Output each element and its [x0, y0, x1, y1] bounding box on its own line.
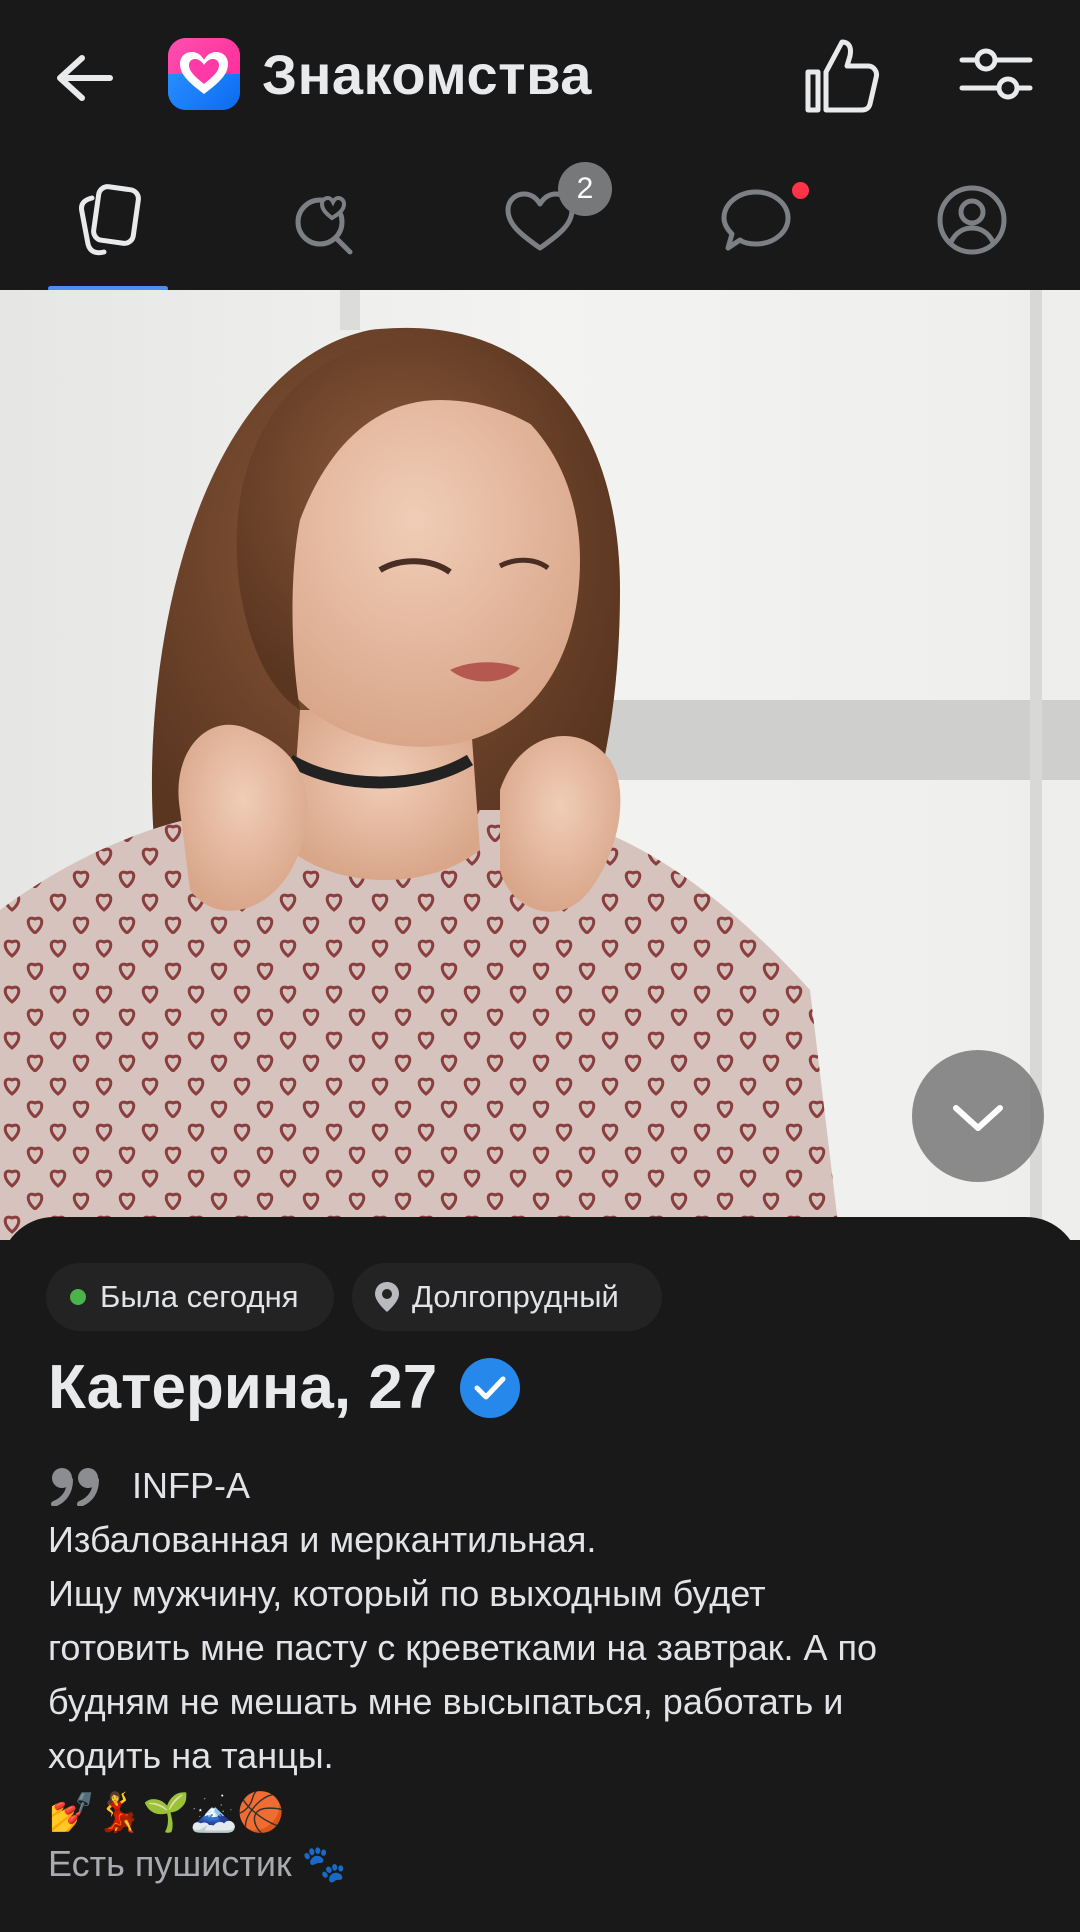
arrow-left-icon	[57, 55, 113, 101]
heart-search-icon	[295, 195, 353, 255]
city-chip: Долгопрудный	[352, 1263, 662, 1331]
heart-logo-icon	[180, 52, 228, 94]
expand-profile-button[interactable]	[912, 1050, 1044, 1182]
verified-badge	[460, 1358, 520, 1418]
tab-cards[interactable]	[0, 150, 216, 290]
tab-messages[interactable]	[648, 150, 864, 290]
online-indicator-icon	[70, 1289, 86, 1305]
city-text: Долгопрудный	[412, 1279, 619, 1314]
pet-text: Есть пушистик 🐾	[48, 1843, 347, 1884]
app-title: Знакомства	[262, 43, 592, 106]
quote-icon	[51, 1468, 99, 1506]
app-header: Знакомства	[0, 0, 1080, 150]
thumb-up-icon	[805, 39, 879, 113]
filter-button[interactable]	[956, 40, 1036, 112]
dating-app-screen: Знакомства 2 Была сегодня Долгопрудный К…	[0, 0, 1080, 1932]
messages-unread-dot	[792, 182, 809, 199]
tab-profile[interactable]	[864, 150, 1080, 290]
online-status-chip: Была сегодня	[46, 1263, 334, 1331]
back-button[interactable]	[48, 42, 120, 114]
bio-line: Ищу мужчину, который по выходным будет	[48, 1573, 766, 1614]
tab-likes[interactable]	[432, 150, 648, 290]
interests-emoji-row: 💅💃🌱🗻🏀	[48, 1792, 285, 1834]
bio-line: Избалованная и меркантильная.	[48, 1519, 597, 1560]
chat-icon	[721, 189, 791, 251]
like-button[interactable]	[800, 34, 884, 118]
bio-line: ходить на танцы.	[48, 1735, 334, 1776]
checkmark-icon	[474, 1376, 506, 1400]
chevron-down-icon	[953, 1105, 1003, 1131]
cards-icon	[79, 184, 141, 256]
bio-line: будням не мешать мне высыпаться, работат…	[48, 1681, 844, 1722]
tab-search[interactable]	[216, 150, 432, 290]
likes-count-badge: 2	[558, 162, 612, 216]
sliders-icon	[959, 48, 1033, 100]
app-logo	[168, 38, 240, 110]
bio-line: готовить мне пасту с креветками на завтр…	[48, 1627, 878, 1668]
profile-name-age: Катерина, 27	[48, 1353, 438, 1422]
pin-icon	[375, 1282, 399, 1312]
personality-type: INFP-A	[132, 1465, 251, 1506]
profile-icon	[937, 185, 1007, 255]
tab-bar	[0, 150, 1080, 290]
online-status-text: Была сегодня	[100, 1279, 299, 1314]
